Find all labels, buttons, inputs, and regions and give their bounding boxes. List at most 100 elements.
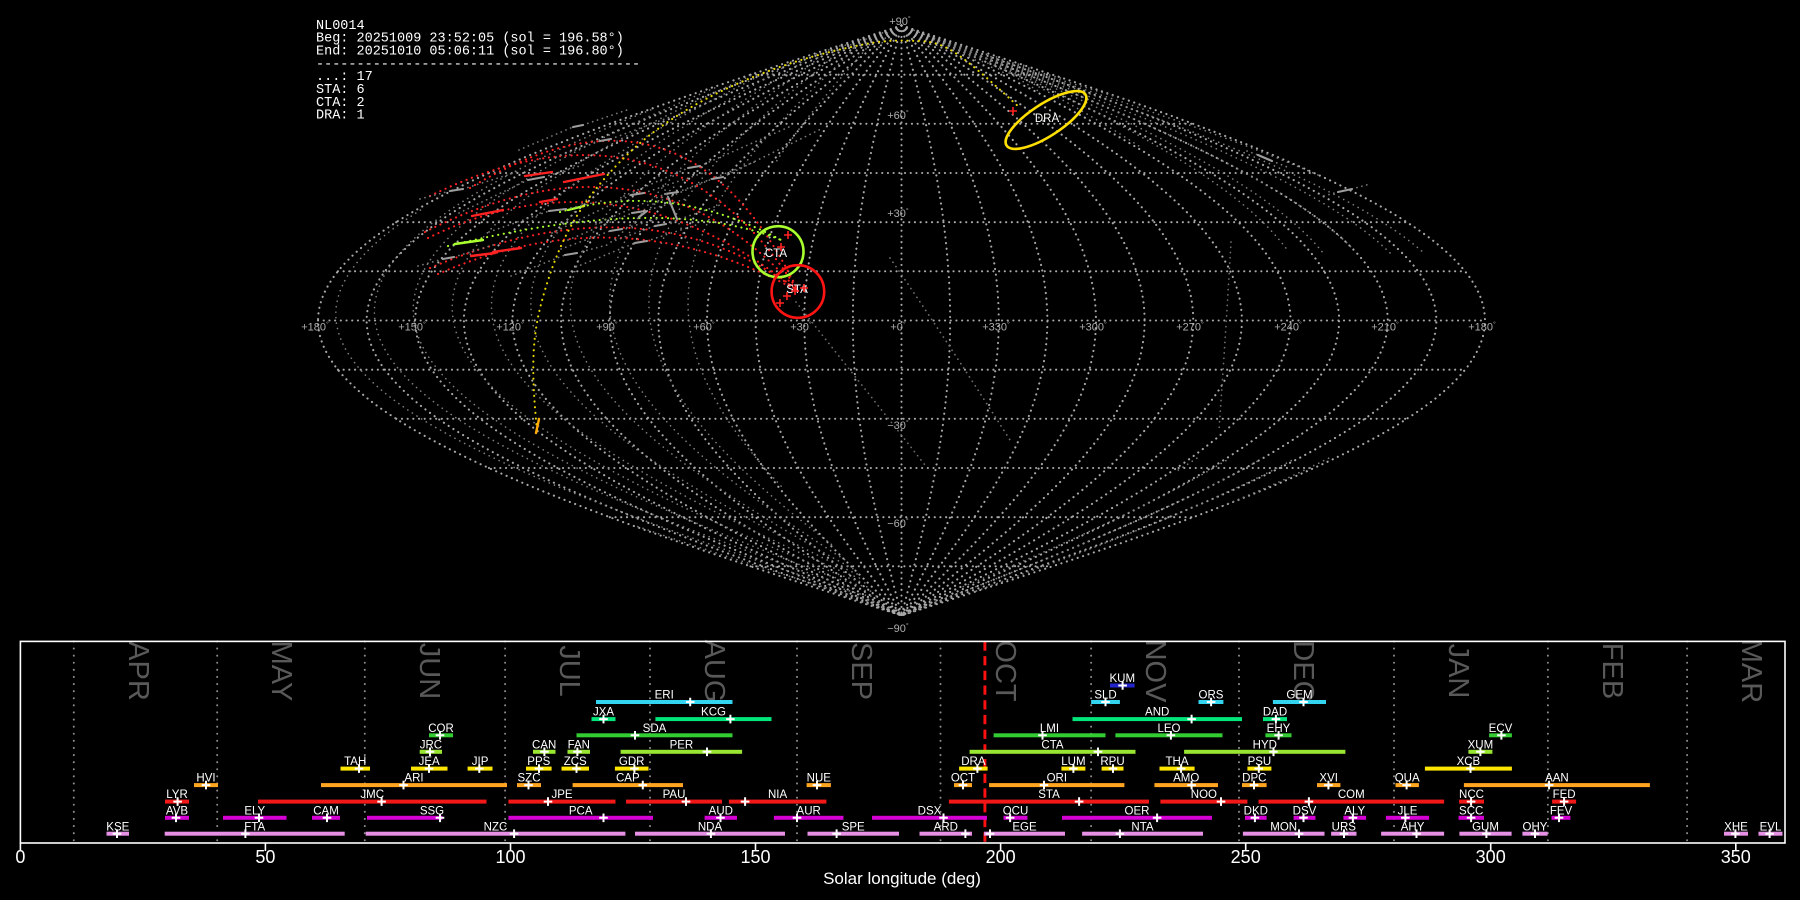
svg-text:NUE: NUE	[807, 773, 832, 785]
svg-text:+30°: +30°	[887, 207, 909, 220]
svg-text:Solar longitude (deg): Solar longitude (deg)	[823, 869, 981, 888]
svg-text:FED: FED	[1553, 789, 1576, 801]
svg-text:FEB: FEB	[1596, 643, 1628, 699]
svg-text:CAN: CAN	[532, 739, 556, 751]
svg-text:FAN: FAN	[568, 739, 590, 751]
svg-text:DRA: 1: DRA: 1	[316, 109, 365, 124]
svg-text:QUA: QUA	[1395, 773, 1420, 785]
svg-text:LYR: LYR	[166, 789, 188, 801]
svg-text:DRA: DRA	[961, 756, 986, 768]
svg-text:EHY: EHY	[1267, 723, 1291, 735]
svg-text:NOO: NOO	[1191, 789, 1217, 801]
svg-text:OHY: OHY	[1523, 821, 1548, 833]
svg-text:GDR: GDR	[619, 756, 645, 768]
svg-text:SDA: SDA	[643, 723, 667, 735]
svg-text:NCC: NCC	[1459, 789, 1484, 801]
svg-text:+30°: +30°	[790, 321, 812, 334]
svg-text:RPU: RPU	[1100, 756, 1124, 768]
svg-text:XUM: XUM	[1468, 739, 1494, 751]
svg-text:PSU: PSU	[1248, 756, 1272, 768]
svg-text:TAH: TAH	[344, 756, 366, 768]
svg-text:ORS: ORS	[1199, 690, 1224, 702]
svg-text:NTA: NTA	[1131, 821, 1153, 833]
svg-text:MON: MON	[1270, 821, 1297, 833]
svg-text:KSE: KSE	[106, 821, 129, 833]
svg-text:DKD: DKD	[1244, 805, 1268, 817]
svg-text:COM: COM	[1338, 789, 1365, 801]
svg-text:+180°: +180°	[301, 321, 329, 334]
svg-text:350: 350	[1721, 847, 1751, 867]
svg-text:JUN: JUN	[413, 643, 445, 699]
svg-text:JAN: JAN	[1442, 644, 1474, 699]
svg-text:PER: PER	[670, 739, 694, 751]
svg-text:MAR: MAR	[1735, 639, 1767, 703]
svg-text:+180°: +180°	[1468, 321, 1496, 334]
svg-text:ARI: ARI	[404, 773, 423, 785]
svg-text:ARD: ARD	[934, 821, 958, 833]
svg-text:SCC: SCC	[1459, 805, 1483, 817]
svg-text:KUM: KUM	[1110, 673, 1136, 685]
svg-text:+90°: +90°	[596, 321, 618, 334]
svg-text:NZC: NZC	[484, 821, 508, 833]
svg-text:+90°: +90°	[889, 15, 911, 28]
svg-text:250: 250	[1231, 847, 1261, 867]
svg-text:+60°: +60°	[693, 321, 715, 334]
svg-text:CTA: CTA	[1041, 739, 1063, 751]
svg-text:NIA: NIA	[768, 789, 788, 801]
svg-text:JPE: JPE	[551, 789, 572, 801]
svg-text:−90°: −90°	[887, 622, 909, 635]
svg-text:AUD: AUD	[709, 805, 733, 817]
svg-text:AUR: AUR	[797, 805, 821, 817]
svg-text:COR: COR	[428, 723, 454, 735]
svg-text:SSG: SSG	[420, 805, 444, 817]
svg-text:ELY: ELY	[244, 805, 265, 817]
svg-text:GEM: GEM	[1286, 690, 1312, 702]
svg-text:+240°: +240°	[1274, 321, 1302, 334]
svg-text:PAU: PAU	[663, 789, 686, 801]
svg-text:100: 100	[495, 847, 525, 867]
svg-text:EGE: EGE	[1012, 821, 1037, 833]
svg-text:HYD: HYD	[1253, 739, 1277, 751]
svg-text:SPE: SPE	[842, 821, 865, 833]
svg-text:200: 200	[986, 847, 1016, 867]
svg-text:DRA: DRA	[1035, 113, 1060, 125]
svg-text:URS: URS	[1332, 821, 1357, 833]
svg-text:AMO: AMO	[1173, 773, 1199, 785]
svg-text:LMI: LMI	[1040, 723, 1059, 735]
svg-text:CAM: CAM	[313, 805, 339, 817]
svg-text:ALY: ALY	[1344, 805, 1365, 817]
svg-text:150: 150	[740, 847, 770, 867]
svg-text:OCT: OCT	[989, 640, 1021, 702]
svg-text:AUG: AUG	[698, 640, 730, 703]
svg-text:JLE: JLE	[1398, 805, 1418, 817]
svg-text:XVI: XVI	[1319, 773, 1338, 785]
svg-text:DSX: DSX	[918, 805, 942, 817]
svg-text:APR: APR	[122, 641, 154, 701]
svg-text:AVB: AVB	[166, 805, 188, 817]
svg-text:JUL: JUL	[553, 645, 585, 697]
svg-text:+120°: +120°	[496, 321, 524, 334]
svg-text:AAN: AAN	[1545, 773, 1569, 785]
svg-text:STA: STA	[1038, 789, 1060, 801]
svg-text:+330°: +330°	[982, 321, 1010, 334]
svg-text:EVL: EVL	[1760, 821, 1782, 833]
svg-text:LEO: LEO	[1157, 723, 1180, 735]
svg-text:STA: STA	[786, 284, 808, 296]
svg-text:SZC: SZC	[518, 773, 541, 785]
svg-text:PPS: PPS	[527, 756, 550, 768]
svg-text:OER: OER	[1125, 805, 1150, 817]
svg-text:KCG: KCG	[701, 707, 726, 719]
svg-text:MAY: MAY	[265, 641, 297, 702]
svg-text:CTA: CTA	[765, 248, 787, 260]
svg-text:THA: THA	[1166, 756, 1189, 768]
svg-text:NDA: NDA	[698, 821, 723, 833]
svg-text:JIP: JIP	[472, 756, 489, 768]
svg-text:JMC: JMC	[360, 789, 384, 801]
svg-text:−60°: −60°	[887, 517, 909, 530]
svg-text:DSV: DSV	[1293, 805, 1317, 817]
svg-text:CAP: CAP	[616, 773, 640, 785]
svg-text:SLD: SLD	[1094, 690, 1116, 702]
svg-text:XCB: XCB	[1457, 756, 1481, 768]
svg-text:SEP: SEP	[845, 642, 877, 700]
svg-text:JRC: JRC	[420, 739, 442, 751]
